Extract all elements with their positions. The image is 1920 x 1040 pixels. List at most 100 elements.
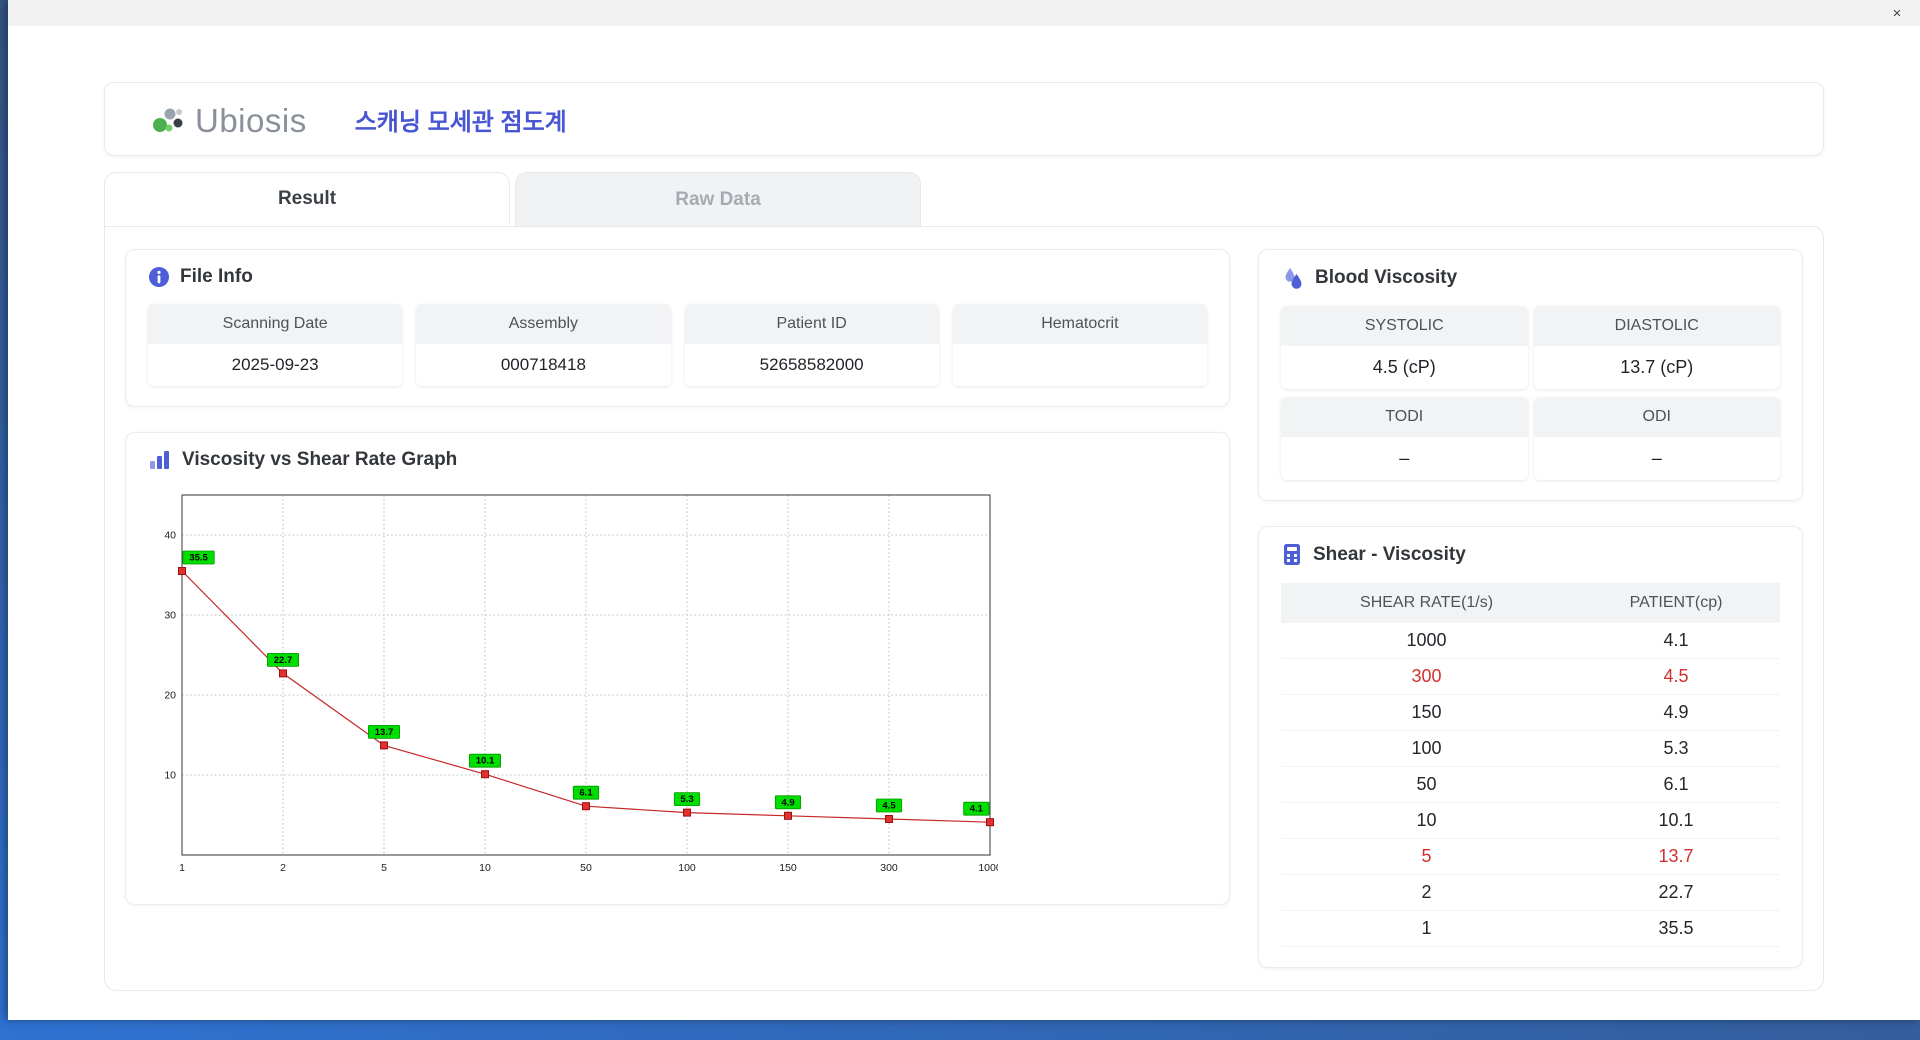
table-row: 300 4.5 (1281, 658, 1780, 695)
file-info-card: File Info Scanning Date 2025-09-23 Assembl… (125, 249, 1230, 407)
file-info-field: Hematocrit (952, 304, 1207, 386)
graph-header: Viscosity vs Shear Rate Graph (148, 449, 1207, 471)
svg-text:40: 40 (164, 530, 176, 542)
field-value: 4.5 (cP) (1281, 346, 1528, 389)
shear-rate-cell: 5 (1281, 838, 1573, 875)
field-value (952, 344, 1207, 386)
shear-column-header: SHEAR RATE(1/s) (1281, 583, 1573, 623)
svg-text:100: 100 (678, 862, 696, 874)
brand-name: Ubiosis (195, 102, 307, 139)
brand-logo: Ubiosis (149, 101, 307, 137)
shear-column-header: PATIENT(cp) (1572, 583, 1780, 623)
shear-rate-cell: 50 (1281, 766, 1573, 803)
file-info-header: File Info (148, 266, 1207, 288)
svg-text:10: 10 (479, 862, 491, 874)
field-label: SYSTOLIC (1281, 306, 1528, 346)
shear-viscosity-card: Shear - Viscosity SHEAR RATE(1/s) PATIENT… (1258, 526, 1803, 968)
graph-title: Viscosity vs Shear Rate Graph (182, 449, 458, 470)
table-row: 2 22.7 (1281, 874, 1780, 911)
svg-text:50: 50 (580, 862, 592, 874)
shear-rate-cell: 1 (1281, 910, 1573, 947)
svg-text:22.7: 22.7 (274, 655, 293, 666)
field-label: Patient ID (684, 304, 939, 344)
tab-raw-data[interactable]: Raw Data (515, 172, 921, 226)
close-icon[interactable]: × (1874, 0, 1920, 26)
svg-text:150: 150 (779, 862, 797, 874)
svg-text:4.1: 4.1 (970, 804, 984, 815)
patient-viscosity-cell: 4.5 (1572, 658, 1780, 695)
titlebar: × (8, 0, 1920, 26)
patient-viscosity-cell: 13.7 (1572, 838, 1780, 875)
shear-rate-cell: 150 (1281, 694, 1573, 731)
field-value: 000718418 (416, 344, 671, 386)
blood-viscosity-field: DIASTOLIC 13.7 (cP) (1533, 306, 1780, 389)
right-column: Blood Viscosity SYSTOLIC 4.5 (cP) DIASTOLI… (1258, 249, 1803, 968)
left-column: File Info Scanning Date 2025-09-23 Assembl… (125, 249, 1230, 968)
svg-text:20: 20 (164, 690, 176, 702)
shear-viscosity-title: Shear - Viscosity (1313, 544, 1466, 565)
file-info-field: Assembly 000718418 (416, 304, 671, 386)
shear-rate-cell: 2 (1281, 874, 1573, 911)
shear-table-body: 1000 4.1 300 4.5 150 4.9 100 5.3 50 6.1 10 10.1 5 13.… (1281, 623, 1780, 947)
shear-viscosity-header: Shear - Viscosity (1281, 543, 1780, 567)
table-row: 10 10.1 (1281, 802, 1780, 839)
blood-viscosity-header: Blood Viscosity (1281, 266, 1780, 290)
file-info-title: File Info (180, 266, 253, 287)
shear-table: SHEAR RATE(1/s) PATIENT(cp) 1000 4.1 300 4.5… (1281, 583, 1780, 947)
result-panel: File Info Scanning Date 2025-09-23 Assembl… (104, 226, 1824, 991)
table-row: 1000 4.1 (1281, 623, 1780, 659)
table-row: 150 4.9 (1281, 694, 1780, 731)
field-value: 52658582000 (684, 344, 939, 386)
header-card: Ubiosis 스캐닝 모세관 점도계 (104, 82, 1824, 156)
field-label: DIASTOLIC (1533, 306, 1780, 346)
field-value: 13.7 (cP) (1533, 346, 1780, 389)
blood-viscosity-field: SYSTOLIC 4.5 (cP) (1281, 306, 1528, 389)
tab-result[interactable]: Result (104, 172, 510, 226)
droplet-icon (1281, 266, 1305, 290)
svg-text:30: 30 (164, 610, 176, 622)
table-row: 50 6.1 (1281, 766, 1780, 803)
svg-text:10.1: 10.1 (476, 756, 495, 767)
svg-text:1000: 1000 (978, 862, 998, 874)
patient-viscosity-cell: 4.9 (1572, 694, 1780, 731)
field-value: – (1533, 437, 1780, 480)
ubiosis-logo-icon (149, 101, 189, 137)
patient-viscosity-cell: 6.1 (1572, 766, 1780, 803)
shear-table-head: SHEAR RATE(1/s) PATIENT(cp) (1281, 583, 1780, 623)
svg-text:2: 2 (280, 862, 286, 874)
patient-viscosity-cell: 35.5 (1572, 910, 1780, 947)
blood-viscosity-card: Blood Viscosity SYSTOLIC 4.5 (cP) DIASTOLI… (1258, 249, 1803, 501)
viscosity-chart: 10 20 30 40 1 2 5 10 50 100 150 300 1000 35.5 22.7 13.7… (148, 487, 1207, 884)
svg-text:6.1: 6.1 (579, 788, 593, 799)
file-info-field: Scanning Date 2025-09-23 (148, 304, 403, 386)
field-label: Hematocrit (952, 304, 1207, 344)
patient-viscosity-cell: 5.3 (1572, 730, 1780, 767)
table-row: 100 5.3 (1281, 730, 1780, 767)
blood-viscosity-field: ODI – (1533, 397, 1780, 480)
shear-rate-cell: 10 (1281, 802, 1573, 839)
field-label: TODI (1281, 397, 1528, 437)
file-info-field: Patient ID 52658582000 (684, 304, 939, 386)
table-row: 1 35.5 (1281, 910, 1780, 947)
svg-text:1: 1 (179, 862, 185, 874)
window-content: Ubiosis 스캐닝 모세관 점도계 Result Raw Data File… (8, 26, 1920, 1020)
shear-rate-cell: 1000 (1281, 623, 1573, 659)
shear-rate-cell: 100 (1281, 730, 1573, 767)
svg-text:300: 300 (880, 862, 898, 874)
app-window: × Ubiosis 스캐닝 모세관 점도계 Result Raw Data Fi… (8, 0, 1920, 1020)
field-value: 2025-09-23 (148, 344, 403, 386)
field-value: – (1281, 437, 1528, 480)
info-icon (148, 266, 170, 288)
patient-viscosity-cell: 10.1 (1572, 802, 1780, 839)
app-title: 스캐닝 모세관 점도계 (354, 108, 567, 136)
table-row: 5 13.7 (1281, 838, 1780, 875)
svg-text:4.5: 4.5 (882, 801, 896, 812)
svg-text:5.3: 5.3 (680, 794, 693, 805)
shear-rate-cell: 300 (1281, 658, 1573, 695)
svg-text:5: 5 (381, 862, 387, 874)
viscosity-line-chart: 10 20 30 40 1 2 5 10 50 100 150 300 1000 35.5 22.7 13.7… (164, 494, 1002, 874)
graph-card: Viscosity vs Shear Rate Graph 10 20 30 40 1 2… (125, 432, 1230, 905)
svg-text:10: 10 (164, 770, 176, 782)
calculator-icon (1281, 543, 1303, 567)
svg-text:13.7: 13.7 (375, 727, 394, 738)
